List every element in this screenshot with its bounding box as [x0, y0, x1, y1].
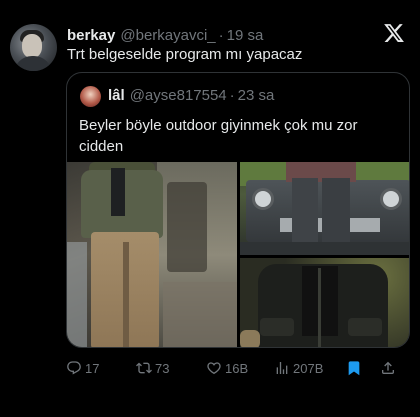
- action-bar: 17 73 16B 207B: [66, 360, 410, 376]
- quote-timestamp: 23 sa: [237, 87, 275, 104]
- like-count: 16B: [225, 360, 249, 376]
- media-grid: [67, 162, 409, 347]
- quote-author-name: lâl: [108, 87, 125, 104]
- views-icon: [276, 362, 288, 374]
- like-button[interactable]: 16B: [206, 360, 248, 376]
- reply-button[interactable]: 17: [66, 360, 99, 376]
- quote-separator-dot: ·: [229, 87, 235, 104]
- views-button[interactable]: 207B: [274, 360, 323, 376]
- repost-button[interactable]: 73: [136, 360, 169, 376]
- author-name[interactable]: berkay: [67, 27, 115, 44]
- tweet-text: Trt belgeselde program mı yapacaz: [67, 46, 303, 63]
- author-avatar[interactable]: [10, 24, 57, 71]
- bookmark-icon: [348, 361, 360, 376]
- heart-icon: [207, 362, 221, 375]
- reply-count: 17: [85, 360, 100, 376]
- repost-icon: [136, 362, 152, 374]
- separator-dot: ·: [218, 27, 224, 44]
- media-photo-1[interactable]: [67, 162, 237, 347]
- author-handle[interactable]: @berkayavci_: [120, 27, 215, 44]
- media-photo-3[interactable]: [240, 258, 409, 347]
- media-photo-2[interactable]: [240, 162, 409, 255]
- quote-author-handle: @ayse817554: [129, 87, 227, 104]
- quote-text: Beyler böyle outdoor giyinmek çok mu zor…: [79, 117, 358, 155]
- reply-icon: [67, 361, 81, 375]
- views-count: 207B: [293, 360, 324, 376]
- tweet[interactable]: berkay @berkayavci_ · 19 sa Trt belgesel…: [0, 0, 420, 417]
- share-icon: [382, 361, 394, 374]
- x-logo-icon: [384, 24, 404, 42]
- quoted-tweet[interactable]: lâl @ayse817554 · 23 sa Beyler böyle out…: [66, 72, 410, 348]
- bookmark-button[interactable]: [346, 360, 362, 376]
- repost-count: 73: [155, 360, 170, 376]
- tweet-header: berkay @berkayavci_ · 19 sa: [67, 27, 263, 44]
- tweet-timestamp[interactable]: 19 sa: [227, 27, 264, 44]
- share-button[interactable]: [380, 360, 396, 376]
- quote-header: lâl @ayse817554 · 23 sa: [108, 87, 274, 104]
- quote-author-avatar[interactable]: [80, 86, 101, 107]
